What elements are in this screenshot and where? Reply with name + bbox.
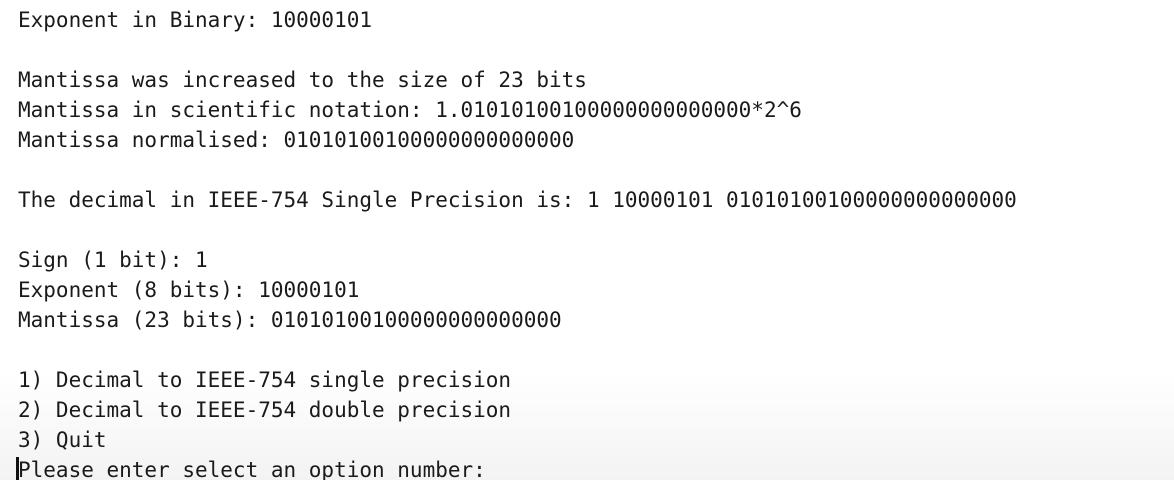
mantissa-bits-line: Mantissa (23 bits): 01010100100000000000… [18,308,562,332]
menu-option-2: 2) Decimal to IEEE-754 double precision [18,398,512,422]
terminal-window[interactable]: Exponent in Binary: 10000101 Mantissa wa… [0,0,1174,480]
text-cursor [16,457,19,480]
sign-bit-line: Sign (1 bit): 1 [18,248,208,272]
mantissa-increased-line: Mantissa was increased to the size of 23… [18,68,587,92]
exponent-binary-line: Exponent in Binary: 10000101 [18,8,373,32]
menu-option-3: 3) Quit [18,428,107,452]
input-prompt-line[interactable]: Please enter select an option number: [16,455,1174,480]
menu-option-1: 1) Decimal to IEEE-754 single precision [18,368,512,392]
input-prompt: Please enter select an option number: [18,458,499,480]
ieee-result-line: The decimal in IEEE-754 Single Precision… [18,188,1017,212]
exponent-bits-line: Exponent (8 bits): 10000101 [18,278,360,302]
mantissa-normalised-line: Mantissa normalised: 0101010010000000000… [18,128,575,152]
mantissa-scientific-line: Mantissa in scientific notation: 1.01010… [18,98,802,122]
